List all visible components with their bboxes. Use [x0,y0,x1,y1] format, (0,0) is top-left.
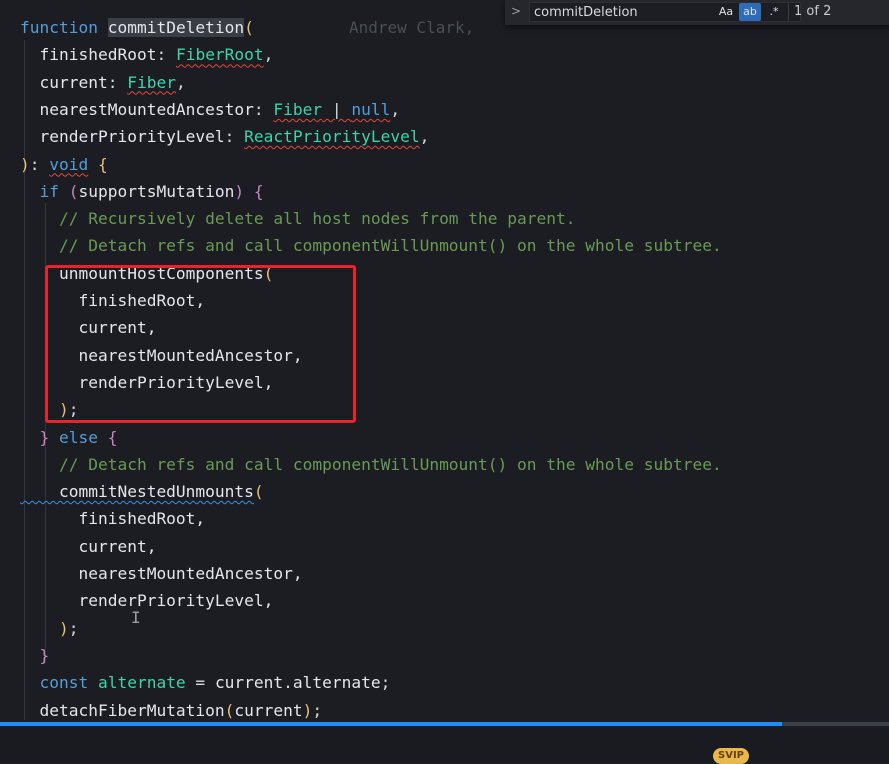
code-token: ) [234,181,245,201]
code-token: { [88,154,108,174]
code-token: finishedRoot [20,45,157,65]
code-token: ) [58,618,69,638]
code-line[interactable]: if (supportsMutation) { [20,178,264,205]
code-token: : [253,99,274,119]
video-control-strip [0,726,889,761]
code-token: } [20,427,50,447]
code-token: ( [253,482,264,502]
match-case-toggle[interactable]: Aa [717,3,735,21]
code-line[interactable]: detachFiberMutation(current); [20,697,322,724]
code-token: renderPriorityLevel [20,127,225,147]
code-line[interactable]: } else { [20,424,117,451]
code-token: void [49,154,89,174]
code-token: , [390,99,401,119]
code-line[interactable]: const alternate = current.alternate; [20,669,390,696]
code-line[interactable]: // Detach refs and call componentWillUnm… [20,232,722,259]
regex-toggle[interactable]: .* [765,3,783,21]
code-token: , [419,127,430,147]
code-line[interactable]: } [20,642,49,669]
code-token: // Detach refs and call componentWillUnm… [20,236,722,256]
code-token: // Recursively delete all host nodes fro… [20,209,576,229]
code-token: | [322,99,352,119]
code-token: current [234,700,303,720]
text-cursor-icon: I [131,608,141,627]
code-token: else [49,427,108,447]
code-token: function [20,18,108,37]
code-token: = [185,673,215,693]
code-token: alternate [97,673,186,693]
code-token: supportsMutation [78,181,235,201]
code-token: , [175,72,186,92]
code-line[interactable]: // Detach refs and call componentWillUnm… [20,451,722,478]
code-token: const [20,673,98,693]
code-line[interactable]: finishedRoot: FiberRoot, [20,41,273,68]
code-token: } [20,645,50,665]
find-widget[interactable]: > commitDeletion Aa ab .* 1 of 2 [505,0,889,25]
code-token: { [107,427,118,447]
chevron-right-icon[interactable]: > [511,4,521,18]
code-token: nearestMountedAncestor [20,99,254,119]
code-editor[interactable]: function commitDeletion( finishedRoot: F… [0,0,889,761]
code-line[interactable]: ): void { [20,151,108,178]
code-token: Fiber [273,99,323,119]
code-token: . [283,673,293,693]
code-line[interactable]: current: Fiber, [20,69,186,96]
code-line[interactable]: // Recursively delete all host nodes fro… [20,205,576,232]
red-highlight-box [45,265,356,423]
find-options: Aa ab .* [717,3,783,21]
code-token: commitDeletion [107,18,245,37]
code-token: ( [244,18,254,37]
code-token: ) [20,154,30,174]
code-token: Fiber [127,72,176,92]
svip-badge[interactable]: SVIP [713,748,749,764]
code-token: commitNestedUnmounts [20,482,254,502]
code-token: alternate [292,673,381,693]
code-token: ; [312,700,323,720]
code-token: if [20,181,69,201]
code-token: , [263,45,274,65]
code-token: current [214,673,284,693]
code-token: ) [302,700,313,720]
code-token: ; [380,673,391,693]
code-line[interactable]: function commitDeletion( [20,14,254,41]
code-token: current, [20,536,157,556]
code-token: ; [68,618,79,638]
code-token: : [156,45,176,65]
code-token: ReactPriorityLevel [244,127,420,147]
code-token: renderPriorityLevel, [20,591,274,611]
code-token: // Detach refs and call componentWillUnm… [20,454,722,474]
code-token: detachFiberMutation [20,700,225,720]
code-token: null [351,99,391,119]
code-token: ( [224,700,235,720]
code-token: : [224,127,245,147]
code-token: { [244,181,264,201]
find-match-count: 1 of 2 [794,4,832,19]
code-line[interactable]: commitNestedUnmounts( [20,478,264,505]
code-line[interactable]: nearestMountedAncestor: Fiber | null, [20,96,400,123]
code-line[interactable]: current, [20,533,156,560]
find-separator [788,3,789,21]
code-line[interactable]: nearestMountedAncestor, [20,560,303,587]
code-line[interactable]: finishedRoot, [20,505,205,532]
code-token: FiberRoot [175,45,264,65]
whole-word-toggle[interactable]: ab [739,3,761,21]
code-token: nearestMountedAncestor, [20,564,303,583]
code-line[interactable]: renderPriorityLevel: ReactPriorityLevel, [20,123,429,150]
code-line[interactable]: renderPriorityLevel, [20,587,273,614]
code-line[interactable]: ); [20,615,79,642]
code-token: : [29,154,50,174]
code-token: finishedRoot, [20,509,206,529]
git-blame-annotation: Andrew Clark, [349,18,475,37]
code-token: : [107,72,128,92]
code-token: current [20,72,108,92]
